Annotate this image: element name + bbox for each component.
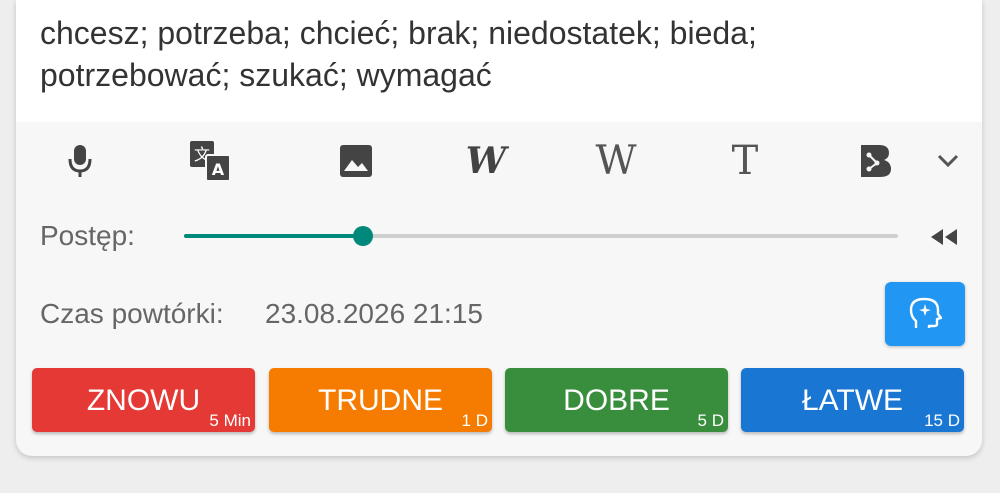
more-tools-button[interactable]: [918, 130, 978, 192]
w-bold-italic-icon: W: [465, 140, 507, 182]
progress-label: Postęp:: [40, 220, 135, 251]
microphone-icon: [68, 145, 92, 177]
easy-interval: 15 D: [924, 411, 960, 430]
memory-button[interactable]: [885, 282, 965, 346]
answer-line: chcesz; potrzeba; chcieć; brak; niedosta…: [40, 15, 757, 51]
progress-row: Postęp:: [16, 212, 982, 262]
w-dictionary-button[interactable]: W: [454, 130, 518, 192]
answer-text-area: chcesz; potrzeba; chcieć; brak; niedosta…: [16, 0, 982, 122]
easy-button[interactable]: ŁATWE 15 D: [741, 368, 964, 432]
again-button[interactable]: ZNOWU 5 Min: [32, 368, 255, 432]
image-button[interactable]: [324, 130, 388, 192]
hard-button[interactable]: TRUDNE 1 D: [269, 368, 492, 432]
b-network-button[interactable]: [843, 130, 907, 192]
image-icon: [340, 145, 372, 177]
good-button[interactable]: DOBRE 5 D: [505, 368, 728, 432]
progress-fill: [184, 234, 363, 238]
translate-icon: 文 A: [190, 141, 231, 182]
review-time-value: 23.08.2026 21:15: [265, 298, 483, 329]
wikipedia-button[interactable]: W: [584, 130, 648, 192]
answer-buttons: ZNOWU 5 Min TRUDNE 1 D DOBRE 5 D ŁATWE 1…: [32, 368, 966, 432]
progress-thumb[interactable]: [352, 226, 373, 246]
rewind-icon: [931, 229, 957, 245]
text-icon: T: [731, 138, 759, 184]
rewind-button[interactable]: [926, 222, 962, 252]
translate-button[interactable]: 文 A: [178, 130, 242, 192]
text-button[interactable]: T: [713, 130, 777, 192]
good-label: DOBRE: [563, 384, 670, 417]
flashcard-panel: chcesz; potrzeba; chcieć; brak; niedosta…: [16, 0, 982, 456]
svg-text:A: A: [212, 160, 225, 179]
tool-bar: 文 A W W T: [16, 130, 982, 192]
chevron-down-icon: [937, 154, 959, 168]
wikipedia-icon: W: [595, 138, 637, 184]
good-interval: 5 D: [697, 411, 724, 430]
answer-line: potrzebować; szukać; wymagać: [40, 57, 492, 93]
review-time-row: Czas powtórki: 23.08.2026 21:15: [16, 282, 982, 346]
hard-label: TRUDNE: [318, 384, 443, 417]
hard-interval: 1 D: [461, 411, 488, 430]
progress-slider[interactable]: [184, 226, 898, 246]
brain-icon: [909, 297, 942, 328]
b-network-icon: [861, 145, 891, 177]
microphone-button[interactable]: [48, 130, 112, 192]
review-time-label: Czas powtórki:: [40, 298, 224, 329]
again-interval: 5 Min: [209, 411, 251, 430]
